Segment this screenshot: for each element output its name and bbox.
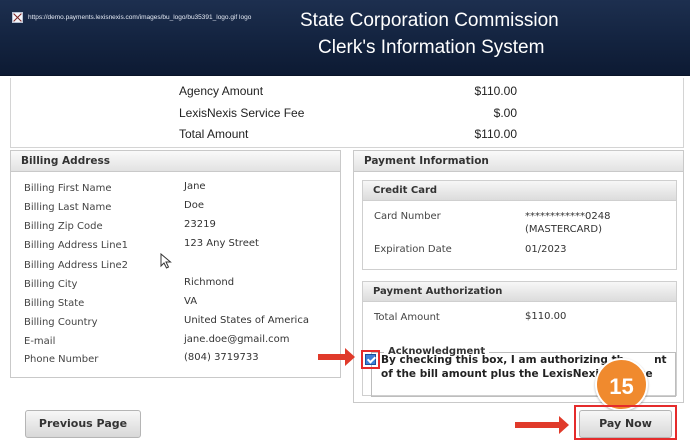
billing-address-header: Billing Address <box>11 151 340 172</box>
card-number-label: Card Number <box>374 211 441 222</box>
credit-card-header: Credit Card <box>363 181 676 201</box>
broken-image-icon <box>12 12 23 23</box>
payment-authorization-header: Payment Authorization <box>363 282 676 302</box>
amount-summary: Agency Amount $110.00 LexisNexis Service… <box>10 78 684 148</box>
phone-number-label: Phone Number <box>24 354 99 365</box>
total-amount-label: Total Amount <box>374 312 440 323</box>
billing-zip-value: 23219 <box>184 219 216 230</box>
amount-value: $110.00 <box>474 84 518 98</box>
amount-value: $.00 <box>493 106 517 120</box>
amount-label: Agency Amount <box>179 84 264 98</box>
card-type-value: (MASTERCARD) <box>525 224 602 235</box>
expiration-date-label: Expiration Date <box>374 244 452 255</box>
amount-row: Total Amount $110.00 <box>11 127 685 147</box>
billing-country-label: Billing Country <box>24 317 98 328</box>
total-amount-value: $110.00 <box>525 311 567 322</box>
previous-page-button[interactable]: Previous Page <box>25 410 141 438</box>
checkbox-highlight-box <box>361 350 380 369</box>
card-number-value: ************0248 <box>525 211 611 222</box>
billing-state-label: Billing State <box>24 298 85 309</box>
pay-now-button[interactable]: Pay Now <box>579 410 672 438</box>
billing-first-name-label: Billing First Name <box>24 183 112 194</box>
billing-address-line1-value: 123 Any Street <box>184 238 259 249</box>
payment-information-header: Payment Information <box>354 151 683 172</box>
acknowledgment-text-part1: By checking this box, I am authorizing t… <box>381 354 625 366</box>
expiration-date-value: 01/2023 <box>525 244 567 255</box>
billing-last-name-label: Billing Last Name <box>24 202 112 213</box>
billing-address-line1-label: Billing Address Line1 <box>24 240 129 251</box>
amount-label: Total Amount <box>179 127 249 141</box>
header-title-line1: State Corporation Commission <box>300 10 559 31</box>
billing-first-name-value: Jane <box>184 181 206 192</box>
amount-value: $110.00 <box>474 127 518 141</box>
billing-address-line2-label: Billing Address Line2 <box>24 260 129 271</box>
amount-row: LexisNexis Service Fee $.00 <box>11 106 685 126</box>
broken-logo-image: https://demo.payments.lexisnexis.com/ima… <box>12 12 251 23</box>
billing-zip-label: Billing Zip Code <box>24 221 103 232</box>
billing-country-value: United States of America <box>184 315 309 326</box>
header-title-line2: Clerk's Information System <box>318 37 545 58</box>
logo-alt-text: https://demo.payments.lexisnexis.com/ima… <box>28 14 252 21</box>
email-label: E-mail <box>24 336 56 347</box>
billing-city-value: Richmond <box>184 277 235 288</box>
amount-row: Agency Amount $110.00 <box>11 84 685 104</box>
step-number-badge: 15 <box>595 358 648 411</box>
credit-card-section: Credit Card Card Number ************0248… <box>362 180 677 270</box>
page-header: https://demo.payments.lexisnexis.com/ima… <box>0 0 690 76</box>
billing-address-panel: Billing Address Billing First Name Jane … <box>10 150 341 378</box>
email-value: jane.doe@gmail.com <box>184 334 290 345</box>
phone-number-value: (804) 3719733 <box>184 352 259 363</box>
mouse-pointer-icon <box>160 253 172 269</box>
billing-city-label: Billing City <box>24 279 78 290</box>
arrow-to-pay-now-icon <box>515 416 569 434</box>
arrow-to-checkbox-icon <box>318 348 355 366</box>
billing-last-name-value: Doe <box>184 200 204 211</box>
billing-state-value: VA <box>184 296 198 307</box>
amount-label: LexisNexis Service Fee <box>179 106 305 120</box>
